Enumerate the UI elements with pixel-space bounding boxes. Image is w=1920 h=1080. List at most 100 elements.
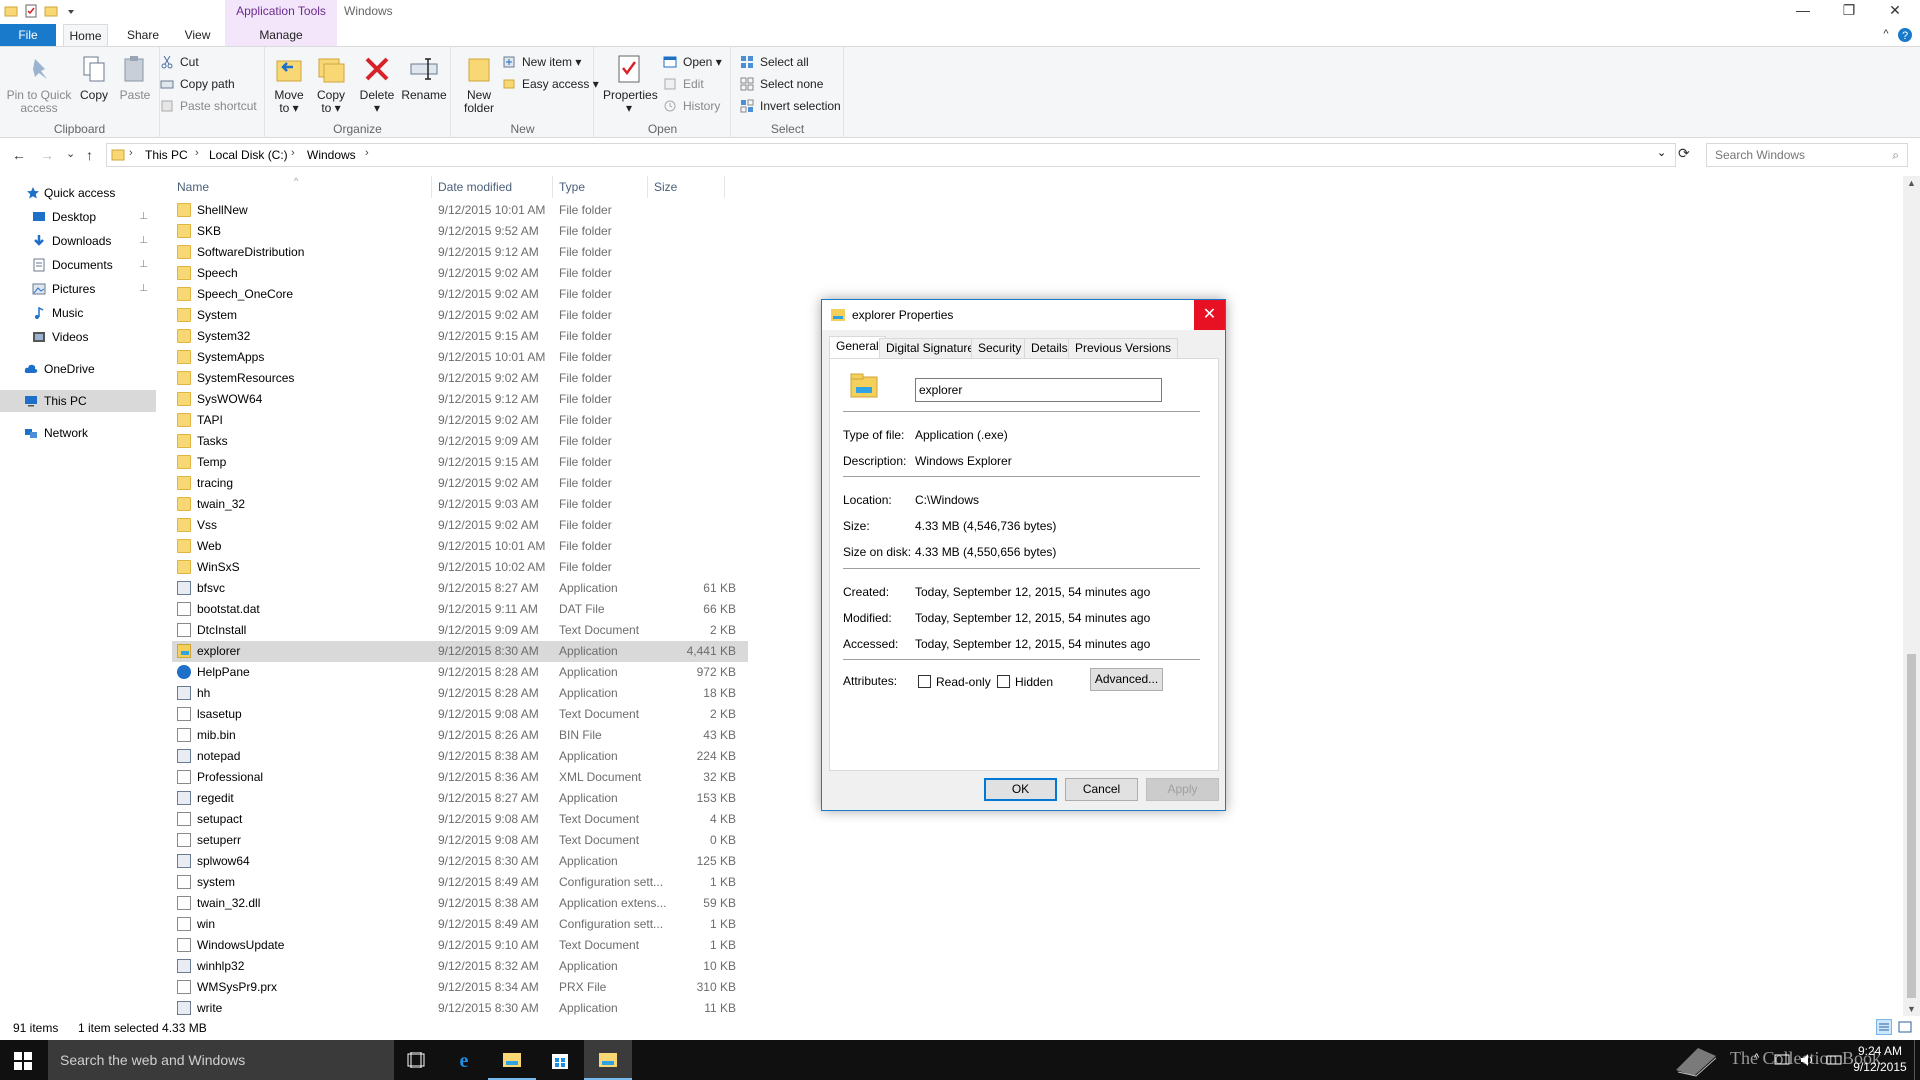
copy-path-button[interactable]: Copy path (160, 75, 235, 93)
file-row[interactable]: twain_32 9/12/2015 9:03 AM File folder (172, 494, 748, 515)
easy-access-button[interactable]: Easy access ▾ (502, 75, 599, 93)
vertical-scrollbar[interactable]: ▲ ▼ (1903, 176, 1920, 1016)
file-row[interactable]: splwow64 9/12/2015 8:30 AM Application 125 … (172, 851, 748, 872)
nav-network[interactable]: Network (0, 422, 156, 444)
file-row[interactable]: regedit 9/12/2015 8:27 AM Application 153 K… (172, 788, 748, 809)
file-row[interactable]: WMSysPr9.prx 9/12/2015 8:34 AM PRX File 310… (172, 977, 748, 998)
file-row[interactable]: lsasetup 9/12/2015 9:08 AM Text Document 2 … (172, 704, 748, 725)
scroll-up-arrow-icon[interactable]: ▲ (1907, 178, 1916, 188)
taskbar-search[interactable]: Search the web and Windows (48, 1040, 394, 1080)
tab-security[interactable]: Security (971, 338, 1029, 358)
show-desktop-button[interactable] (1914, 1040, 1920, 1080)
pin-icon[interactable]: ⊥ (139, 230, 148, 252)
file-row[interactable]: Speech 9/12/2015 9:02 AM File folder (172, 263, 748, 284)
taskbar-edge[interactable]: e (440, 1040, 488, 1080)
file-row[interactable]: hh 9/12/2015 8:28 AM Application 18 KB (172, 683, 748, 704)
rename-button[interactable]: Rename (401, 53, 447, 102)
nav-videos[interactable]: Videos (0, 326, 156, 348)
column-header-size[interactable]: Size (649, 176, 725, 198)
file-row[interactable]: tracing 9/12/2015 9:02 AM File folder (172, 473, 748, 494)
pin-icon[interactable]: ⊥ (139, 206, 148, 228)
ok-button[interactable]: OK (984, 778, 1057, 801)
taskbar-file-explorer-window[interactable] (584, 1040, 632, 1080)
details-view-icon[interactable] (1876, 1019, 1892, 1035)
file-row[interactable]: Speech_OneCore 9/12/2015 9:02 AM File fold… (172, 284, 748, 305)
nav-music[interactable]: Music (0, 302, 156, 324)
file-row[interactable]: Vss 9/12/2015 9:02 AM File folder (172, 515, 748, 536)
tab-previous-versions[interactable]: Previous Versions (1068, 338, 1179, 358)
back-button[interactable]: ← (12, 147, 26, 163)
file-row[interactable]: DtcInstall 9/12/2015 9:09 AM Text Document… (172, 620, 748, 641)
file-row[interactable]: mib.bin 9/12/2015 8:26 AM BIN File 43 KB (172, 725, 748, 746)
search-input[interactable]: Search Windows ⌕ (1706, 143, 1908, 167)
select-all-button[interactable]: Select all (740, 53, 809, 71)
column-header-name[interactable]: Name ^ (172, 176, 432, 198)
minimize-ribbon-icon[interactable]: ^ (1876, 24, 1896, 46)
edit-button[interactable]: Edit (663, 75, 704, 93)
up-button[interactable]: ↑ (86, 147, 93, 163)
hidden-label[interactable]: Hidden (1015, 675, 1053, 689)
file-row[interactable]: win 9/12/2015 8:49 AM Configuration sett..… (172, 914, 748, 935)
file-row[interactable]: Temp 9/12/2015 9:15 AM File folder (172, 452, 748, 473)
file-row[interactable]: winhlp32 9/12/2015 8:32 AM Application 10 K… (172, 956, 748, 977)
customize-qat-icon[interactable] (64, 4, 78, 18)
forward-button[interactable]: → (40, 147, 54, 163)
cut-button[interactable]: Cut (160, 53, 199, 71)
large-icons-view-icon[interactable] (1897, 1019, 1913, 1035)
properties-button[interactable]: Properties ▾ (603, 53, 658, 115)
nav-quick-access[interactable]: Quick access (0, 182, 156, 204)
new-item-button[interactable]: New item ▾ (502, 53, 581, 71)
file-row[interactable]: twain_32.dll 9/12/2015 8:38 AM Application… (172, 893, 748, 914)
file-row[interactable]: SoftwareDistribution 9/12/2015 9:12 AM Fil… (172, 242, 748, 263)
file-row[interactable]: Professional 9/12/2015 8:36 AM XML Documen… (172, 767, 748, 788)
keyboard-icon[interactable] (1826, 1053, 1842, 1067)
folder-icon[interactable] (4, 4, 18, 18)
file-row[interactable]: system 9/12/2015 8:49 AM Configuration set… (172, 872, 748, 893)
taskbar-store[interactable] (536, 1040, 584, 1080)
close-window-button[interactable]: ✕ (1872, 0, 1918, 22)
history-button[interactable]: History (663, 97, 720, 115)
taskbar-file-explorer[interactable] (488, 1040, 536, 1080)
tab-general[interactable]: General (829, 336, 886, 359)
nav-this-pc[interactable]: This PC (0, 390, 156, 412)
hidden-checkbox[interactable] (997, 675, 1010, 688)
apply-button[interactable]: Apply (1146, 778, 1219, 801)
advanced-button[interactable]: Advanced... (1090, 668, 1163, 691)
tab-share[interactable]: Share (118, 24, 168, 46)
select-none-button[interactable]: Select none (740, 75, 823, 93)
dialog-close-button[interactable]: ✕ (1194, 300, 1225, 330)
scroll-down-arrow-icon[interactable]: ▼ (1907, 1004, 1916, 1014)
tab-manage[interactable]: Manage (225, 24, 337, 46)
paste-shortcut-button[interactable]: Paste shortcut (160, 97, 257, 115)
scrollbar-thumb[interactable] (1907, 654, 1916, 998)
open-button[interactable]: Open ▾ (663, 53, 722, 71)
file-name-field[interactable]: explorer (915, 378, 1162, 402)
nav-onedrive[interactable]: OneDrive (0, 358, 156, 380)
search-icon[interactable]: ⌕ (1892, 144, 1899, 166)
delete-button[interactable]: Delete ▾ (357, 53, 397, 115)
recent-locations-button[interactable]: ⌄ (66, 147, 75, 160)
paste-button[interactable]: Paste (117, 53, 153, 102)
file-row[interactable]: System 9/12/2015 9:02 AM File folder (172, 305, 748, 326)
column-header-date[interactable]: Date modified (433, 176, 553, 198)
restore-button[interactable]: ❐ (1826, 0, 1872, 22)
nav-pictures[interactable]: Pictures ⊥ (0, 278, 156, 300)
move-to-button[interactable]: Move to ▾ (269, 53, 309, 115)
file-row[interactable]: SKB 9/12/2015 9:52 AM File folder (172, 221, 748, 242)
breadcrumb-windows[interactable]: Windows (307, 148, 356, 162)
file-row[interactable]: bootstat.dat 9/12/2015 9:11 AM DAT File 66 … (172, 599, 748, 620)
file-row[interactable]: setupact 9/12/2015 9:08 AM Text Document 4 … (172, 809, 748, 830)
show-hidden-icons-icon[interactable]: ^ (1754, 1052, 1759, 1064)
file-row[interactable]: explorer 9/12/2015 8:30 AM Application 4,44… (172, 641, 748, 662)
file-row[interactable]: System32 9/12/2015 9:15 AM File folder (172, 326, 748, 347)
file-row[interactable]: Tasks 9/12/2015 9:09 AM File folder (172, 431, 748, 452)
new-folder-button[interactable]: New folder (458, 53, 500, 115)
refresh-button[interactable]: ⟳ (1678, 145, 1690, 162)
nav-downloads[interactable]: Downloads ⊥ (0, 230, 156, 252)
file-row[interactable]: SystemResources 9/12/2015 9:02 AM File fol… (172, 368, 748, 389)
file-row[interactable]: notepad 9/12/2015 8:38 AM Application 224 K… (172, 746, 748, 767)
column-header-type[interactable]: Type (554, 176, 648, 198)
tab-file[interactable]: File (0, 24, 56, 46)
pin-to-quick-access-button[interactable]: Pin to Quick access (4, 53, 74, 115)
new-folder-icon[interactable] (44, 4, 58, 18)
